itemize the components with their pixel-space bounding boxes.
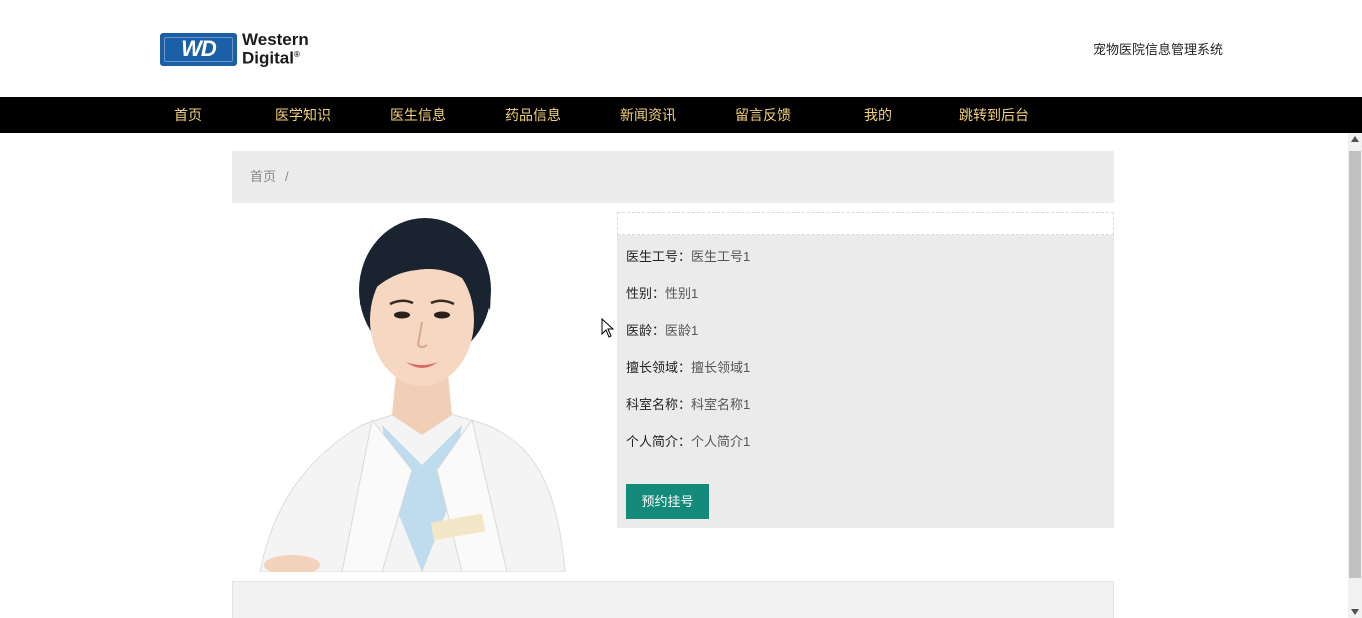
doctor-photo (232, 210, 607, 572)
logo-line-1: Western (242, 30, 309, 50)
field-label: 医龄： (626, 323, 666, 338)
field-label: 科室名称： (626, 397, 692, 412)
site-header: WD Western Digital® 宠物医院信息管理系统 (0, 0, 1362, 97)
site-title: 宠物医院信息管理系统 (1092, 42, 1223, 57)
field-gender: 性别：性别1 (626, 283, 698, 302)
scroll-thumb[interactable] (1349, 151, 1361, 578)
field-department: 科室名称：科室名称1 (626, 394, 750, 413)
nav-item-medical-knowledge[interactable]: 医学知识 (268, 97, 338, 133)
doctor-detail-panel: 医生工号：医生工号1 性别：性别1 医龄：医龄1 擅长领域：擅长领域1 科室名称… (617, 212, 1114, 528)
field-label: 医生工号： (626, 249, 692, 264)
nav-item-feedback[interactable]: 留言反馈 (728, 97, 798, 133)
registered-mark: ® (293, 50, 300, 60)
breadcrumb-separator: / (285, 169, 289, 184)
mouse-pointer-icon (601, 318, 615, 338)
nav-item-admin[interactable]: 跳转到后台 (952, 97, 1036, 133)
field-value: 医生工号1 (691, 249, 751, 264)
nav-item-news[interactable]: 新闻资讯 (613, 97, 683, 133)
field-label: 擅长领域： (626, 360, 692, 375)
field-label: 性别： (626, 286, 666, 301)
field-years-of-practice: 医龄：医龄1 (626, 320, 698, 339)
field-value: 擅长领域1 (691, 360, 751, 375)
nav-item-home[interactable]: 首页 (160, 97, 216, 133)
doctor-portrait-image (232, 210, 607, 572)
scroll-up-arrow-icon[interactable] (1351, 136, 1359, 142)
page-scrollbar[interactable] (1348, 133, 1362, 618)
main-nav: 首页 医学知识 医生信息 药品信息 新闻资讯 留言反馈 我的 跳转到后台 (0, 97, 1362, 133)
nav-item-mine[interactable]: 我的 (850, 97, 906, 133)
scroll-down-arrow-icon[interactable] (1351, 609, 1359, 615)
field-doctor-id: 医生工号：医生工号1 (626, 246, 750, 265)
nav-item-doctor-info[interactable]: 医生信息 (383, 97, 453, 133)
nav-item-medicine-info[interactable]: 药品信息 (498, 97, 568, 133)
logo-wordmark: Western Digital® (242, 30, 309, 68)
bottom-content-panel (232, 581, 1114, 618)
field-value: 个人简介1 (691, 434, 751, 449)
field-value: 科室名称1 (691, 397, 751, 412)
western-digital-logo[interactable]: WD Western Digital® (160, 31, 330, 67)
breadcrumb: 首页 / (232, 151, 1114, 203)
field-bio: 个人简介：个人简介1 (626, 431, 750, 450)
breadcrumb-home[interactable]: 首页 (250, 169, 276, 184)
field-value: 性别1 (665, 286, 699, 301)
field-specialty: 擅长领域：擅长领域1 (626, 357, 750, 376)
logo-line-2: Digital (242, 48, 294, 68)
wd-logo-badge: WD (160, 32, 237, 66)
book-appointment-button[interactable]: 预约挂号 (626, 484, 709, 519)
field-label: 个人简介： (626, 434, 692, 449)
field-value: 医龄1 (665, 323, 699, 338)
detail-header-strip (617, 212, 1114, 235)
